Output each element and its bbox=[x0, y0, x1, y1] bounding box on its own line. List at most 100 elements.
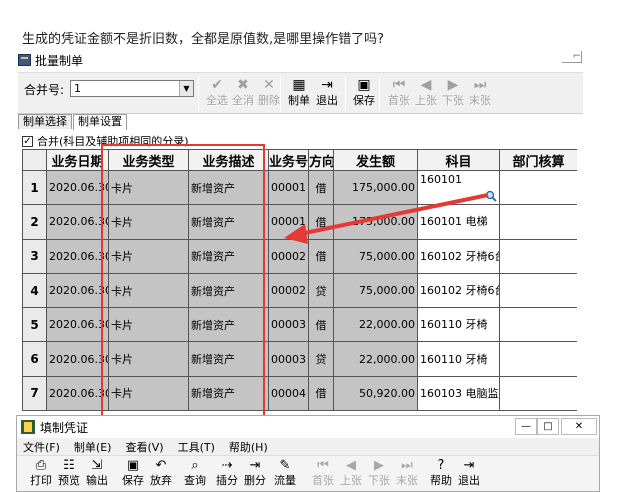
cell-date[interactable]: 2020.06.30 bbox=[46, 375, 109, 411]
cell-account[interactable]: 160101 bbox=[417, 169, 500, 206]
maximize-icon[interactable]: □ bbox=[537, 418, 559, 435]
cell-date[interactable]: 2020.06.30 bbox=[46, 272, 109, 309]
cell-date[interactable]: 2020.06.30 bbox=[46, 307, 109, 343]
tab-voucher-selection[interactable]: 制单选择 bbox=[18, 114, 72, 129]
voucher-save-button[interactable]: ▣ 保存 bbox=[119, 457, 147, 491]
voucher-first-button[interactable]: ⏮ 首张 bbox=[309, 457, 337, 491]
delete-button[interactable]: ✕ 删除 bbox=[256, 76, 282, 112]
cell-direction[interactable]: 贷 bbox=[308, 341, 334, 377]
cell-direction[interactable]: 借 bbox=[308, 169, 334, 206]
voucher-next-button[interactable]: ▶ 下张 bbox=[365, 457, 393, 491]
header-direction[interactable]: 方向 bbox=[308, 149, 334, 171]
cell-department[interactable] bbox=[499, 341, 577, 377]
voucher-cashflow-button[interactable]: ✎ 流量 bbox=[271, 457, 299, 491]
cell-business-number[interactable]: 00003 bbox=[268, 307, 309, 343]
window-resize-corner[interactable]: ⌐ bbox=[562, 51, 582, 63]
header-business-number[interactable]: 业务号 bbox=[268, 149, 309, 171]
cell-direction[interactable]: 借 bbox=[308, 307, 334, 343]
chevron-down-icon[interactable]: ▼ bbox=[179, 81, 193, 96]
cell-amount[interactable]: 75,000.00 bbox=[333, 238, 418, 274]
cell-amount[interactable]: 50,920.00 bbox=[333, 375, 418, 411]
search-icon[interactable] bbox=[485, 190, 497, 202]
cell-account[interactable]: 160110 牙椅 bbox=[417, 307, 500, 343]
cell-department[interactable] bbox=[499, 204, 577, 240]
header-business-description[interactable]: 业务描述 bbox=[188, 149, 269, 171]
menu-item[interactable]: 工具(T) bbox=[178, 439, 215, 455]
cell-date[interactable]: 2020.06.30 bbox=[46, 204, 109, 240]
cell-date[interactable]: 2020.06.30 bbox=[46, 169, 109, 206]
last-button[interactable]: ⏭ 末张 bbox=[467, 76, 493, 112]
voucher-delete-entry-button[interactable]: ⇥ 删分 bbox=[241, 457, 269, 491]
cell-description[interactable]: 新增资产 bbox=[188, 307, 269, 343]
minimize-icon[interactable]: — bbox=[515, 418, 537, 435]
cell-description[interactable]: 新增资产 bbox=[188, 272, 269, 309]
menu-item[interactable]: 查看(V) bbox=[125, 439, 163, 455]
merge-checkbox[interactable]: ✓ bbox=[22, 135, 33, 147]
cell-business-number[interactable]: 00003 bbox=[268, 341, 309, 377]
cell-account[interactable]: 160101 电梯 bbox=[417, 204, 500, 240]
cell-amount[interactable]: 75,000.00 bbox=[333, 272, 418, 309]
cell-type[interactable]: 卡片 bbox=[108, 272, 189, 309]
cell-type[interactable]: 卡片 bbox=[108, 204, 189, 240]
cell-type[interactable]: 卡片 bbox=[108, 238, 189, 274]
voucher-discard-button[interactable]: ↶ 放弃 bbox=[147, 457, 175, 491]
cell-date[interactable]: 2020.06.30 bbox=[46, 238, 109, 274]
row-number[interactable]: 5 bbox=[22, 307, 47, 343]
cell-description[interactable]: 新增资产 bbox=[188, 238, 269, 274]
cell-amount[interactable]: 175,000.00 bbox=[333, 204, 418, 240]
table-row[interactable]: 7 2020.06.30 卡片 新增资产 00004 借 50,920.00 160103 电… bbox=[22, 375, 577, 411]
table-row[interactable]: 3 2020.06.30 卡片 新增资产 00002 借 75,000.00 160102 牙… bbox=[22, 238, 577, 274]
voucher-insert-entry-button[interactable]: ⇢ 插分 bbox=[213, 457, 241, 491]
cell-business-number[interactable]: 00001 bbox=[268, 204, 309, 240]
header-business-date[interactable]: 业务日期 bbox=[46, 149, 109, 171]
select-all-button[interactable]: ✔ 全选 bbox=[204, 76, 230, 112]
cell-business-number[interactable]: 00001 bbox=[268, 169, 309, 206]
voucher-print-button[interactable]: ⎙ 打印 bbox=[27, 457, 55, 491]
cell-description[interactable]: 新增资产 bbox=[188, 341, 269, 377]
cell-amount[interactable]: 22,000.00 bbox=[333, 341, 418, 377]
cell-description[interactable]: 新增资产 bbox=[188, 169, 269, 206]
first-button[interactable]: ⏮ 首张 bbox=[386, 76, 412, 112]
table-row[interactable]: 1 2020.06.30 卡片 新增资产 00001 借 175,000.00 160101 bbox=[22, 169, 577, 206]
cell-business-number[interactable]: 00002 bbox=[268, 272, 309, 309]
header-department[interactable]: 部门核算 bbox=[499, 149, 577, 171]
row-number[interactable]: 1 bbox=[22, 169, 47, 206]
cell-direction[interactable]: 贷 bbox=[308, 272, 334, 309]
cell-direction[interactable]: 借 bbox=[308, 238, 334, 274]
cell-date[interactable]: 2020.06.30 bbox=[46, 341, 109, 377]
voucher-query-button[interactable]: ⌕ 查询 bbox=[181, 457, 209, 491]
voucher-exit-button[interactable]: ⇥ 退出 bbox=[455, 457, 483, 491]
row-number[interactable]: 2 bbox=[22, 204, 47, 240]
cell-type[interactable]: 卡片 bbox=[108, 169, 189, 206]
make-voucher-button[interactable]: ▦ 制单 bbox=[286, 76, 312, 112]
cell-direction[interactable]: 借 bbox=[308, 204, 334, 240]
cell-type[interactable]: 卡片 bbox=[108, 375, 189, 411]
table-row[interactable]: 5 2020.06.30 卡片 新增资产 00003 借 22,000.00 160110 牙… bbox=[22, 307, 577, 343]
row-number[interactable]: 6 bbox=[22, 341, 47, 377]
row-number[interactable]: 3 bbox=[22, 238, 47, 274]
menu-item[interactable]: 文件(F) bbox=[23, 439, 60, 455]
cell-direction[interactable]: 借 bbox=[308, 375, 334, 411]
header-business-type[interactable]: 业务类型 bbox=[108, 149, 189, 171]
cell-amount[interactable]: 175,000.00 bbox=[333, 169, 418, 206]
merge-checkbox-row[interactable]: ✓ 合并(科目及辅助项相同的分录) bbox=[22, 133, 189, 149]
next-button[interactable]: ▶ 下张 bbox=[440, 76, 466, 112]
row-number[interactable]: 4 bbox=[22, 272, 47, 309]
cell-department[interactable] bbox=[499, 238, 577, 274]
cell-account[interactable]: 160102 牙椅6台 bbox=[417, 272, 500, 309]
close-icon[interactable]: ✕ bbox=[561, 418, 597, 435]
cell-department[interactable] bbox=[499, 169, 577, 206]
cell-business-number[interactable]: 00004 bbox=[268, 375, 309, 411]
prev-button[interactable]: ◀ 上张 bbox=[413, 76, 439, 112]
cell-account[interactable]: 160110 牙椅 bbox=[417, 341, 500, 377]
merge-number-select[interactable]: 1 ▼ bbox=[70, 80, 194, 97]
voucher-last-button[interactable]: ⏭ 末张 bbox=[393, 457, 421, 491]
voucher-output-button[interactable]: ⇲ 输出 bbox=[83, 457, 111, 491]
voucher-prev-button[interactable]: ◀ 上张 bbox=[337, 457, 365, 491]
tab-voucher-settings[interactable]: 制单设置 bbox=[73, 114, 127, 130]
table-row[interactable]: 4 2020.06.30 卡片 新增资产 00002 贷 75,000.00 160102 牙… bbox=[22, 272, 577, 309]
cell-amount[interactable]: 22,000.00 bbox=[333, 307, 418, 343]
voucher-help-button[interactable]: ? 帮助 bbox=[427, 457, 455, 491]
cell-type[interactable]: 卡片 bbox=[108, 341, 189, 377]
table-row[interactable]: 2 2020.06.30 卡片 新增资产 00001 借 175,000.00 160101 … bbox=[22, 204, 577, 240]
